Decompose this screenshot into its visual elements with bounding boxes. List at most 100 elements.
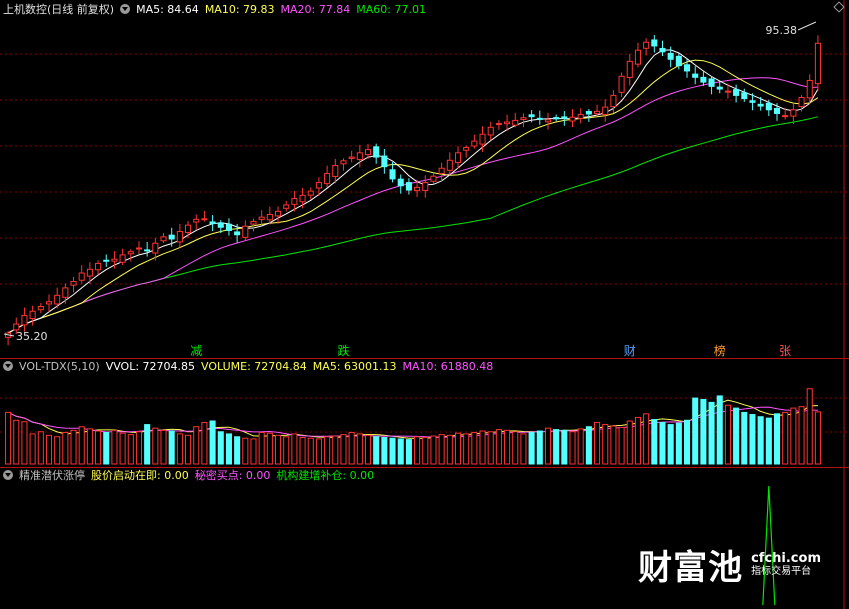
indicator-name: 精准潜伏涨停 xyxy=(19,469,85,482)
volume-bar xyxy=(741,411,748,465)
volume-bar xyxy=(610,425,617,465)
candle xyxy=(634,42,641,68)
volume-bar xyxy=(773,413,781,465)
candle xyxy=(438,162,445,182)
candle xyxy=(21,307,28,332)
candle xyxy=(512,112,519,128)
volume-bar xyxy=(103,431,110,465)
volume-bar xyxy=(471,431,478,465)
volume-bar xyxy=(634,416,641,465)
volume-bar xyxy=(561,429,568,465)
candle xyxy=(324,165,331,188)
volume-bar xyxy=(225,433,232,465)
candle xyxy=(348,150,355,163)
volume-bar xyxy=(5,411,12,465)
signal-start-readout: 股价启动在即: 0.00 xyxy=(91,469,189,482)
vvol-readout: VVOL: 72704.85 xyxy=(105,360,196,373)
volume-bar xyxy=(504,429,511,465)
candle xyxy=(544,112,552,130)
signal-institution-readout: 机构建增补仓: 0.00 xyxy=(276,469,375,482)
event-marker[interactable]: 财 xyxy=(624,344,636,358)
volume-bar xyxy=(643,413,650,465)
vol-ma5-readout: MA5: 63001.13 xyxy=(312,360,397,373)
candle xyxy=(569,109,576,128)
volume-bar xyxy=(757,416,764,465)
volume-bar xyxy=(364,434,372,465)
candle xyxy=(242,220,249,241)
volume-bar xyxy=(119,432,126,465)
candle xyxy=(520,113,527,128)
chevron-down-icon[interactable] xyxy=(3,361,13,371)
volume-bar xyxy=(160,429,167,465)
volume-bar xyxy=(487,431,494,465)
event-marker[interactable]: 榜 xyxy=(714,343,726,358)
volume-bar xyxy=(585,426,592,465)
volume-bar xyxy=(495,429,502,465)
volume-bar xyxy=(37,431,44,465)
volume-bar xyxy=(405,439,412,465)
candle xyxy=(446,152,453,176)
volume-bar xyxy=(266,432,273,465)
candle xyxy=(692,66,699,85)
candle xyxy=(62,283,69,304)
candle xyxy=(307,187,314,200)
volume-bar xyxy=(62,431,69,465)
volume-bar xyxy=(602,424,609,465)
volume-bar xyxy=(127,434,134,465)
volume-bar xyxy=(438,434,445,465)
candle xyxy=(135,241,143,255)
candle xyxy=(381,148,388,174)
volume-bar xyxy=(13,419,20,465)
candle xyxy=(119,248,126,266)
stock-title: 上机数控(日线 前复权) xyxy=(3,3,115,16)
candle xyxy=(78,265,85,284)
candle xyxy=(814,35,821,92)
event-marker[interactable]: 跌 xyxy=(337,343,349,358)
volume-bar xyxy=(291,433,298,465)
volume-bar xyxy=(168,430,175,465)
volume-bar xyxy=(242,437,249,465)
volume-bar xyxy=(324,436,331,465)
low-price-label: 35.20 xyxy=(16,330,48,343)
signal-secret-readout: 秘密买点: 0.00 xyxy=(194,469,271,482)
volume-bar xyxy=(258,431,265,465)
indicator-header: 精准潜伏涨停 股价启动在即: 0.00 秘密买点: 0.00 机构建增补仓: 0.00 xyxy=(3,468,380,484)
volume-bar xyxy=(176,433,183,465)
volume-bar xyxy=(201,421,208,465)
candle xyxy=(185,221,192,238)
candle xyxy=(602,99,609,122)
volume-bar xyxy=(21,421,28,465)
candle xyxy=(700,71,707,86)
volume-bar xyxy=(217,431,224,465)
volume-bar xyxy=(332,435,339,465)
volume-bar xyxy=(618,426,625,465)
candle xyxy=(356,144,363,168)
candle xyxy=(618,72,625,97)
vol-indicator-name: VOL-TDX(5,10) xyxy=(19,360,100,373)
volume-bar xyxy=(373,436,380,465)
candle xyxy=(274,206,282,224)
price-header: 上机数控(日线 前复权) MA5: 84.64 MA10: 79.83 MA20: 7… xyxy=(3,2,432,18)
volume-bar xyxy=(806,388,813,465)
volume-bar xyxy=(315,438,322,465)
volume-bar xyxy=(675,422,682,465)
chevron-down-icon[interactable] xyxy=(3,470,13,480)
volume-bar xyxy=(659,421,666,465)
watermark-site: cfchi.com xyxy=(751,550,821,566)
volume-bar xyxy=(307,437,314,465)
candle xyxy=(5,330,12,346)
volume-bar xyxy=(299,436,306,465)
event-marker[interactable]: 减 xyxy=(190,344,202,358)
chevron-down-icon[interactable] xyxy=(120,4,131,14)
event-marker[interactable]: 张 xyxy=(779,344,791,358)
volume-bar xyxy=(234,436,241,465)
candle xyxy=(193,214,200,230)
ma60-line xyxy=(7,116,819,334)
candle xyxy=(454,146,462,169)
volume-readout: VOLUME: 72704.84 xyxy=(201,360,307,373)
candle xyxy=(144,241,151,257)
volume-bar xyxy=(274,434,282,465)
volume-header: VOL-TDX(5,10) VVOL: 72704.85 VOLUME: 72704… xyxy=(3,359,499,375)
volume-bar xyxy=(683,419,691,465)
volume-bar xyxy=(463,433,470,465)
